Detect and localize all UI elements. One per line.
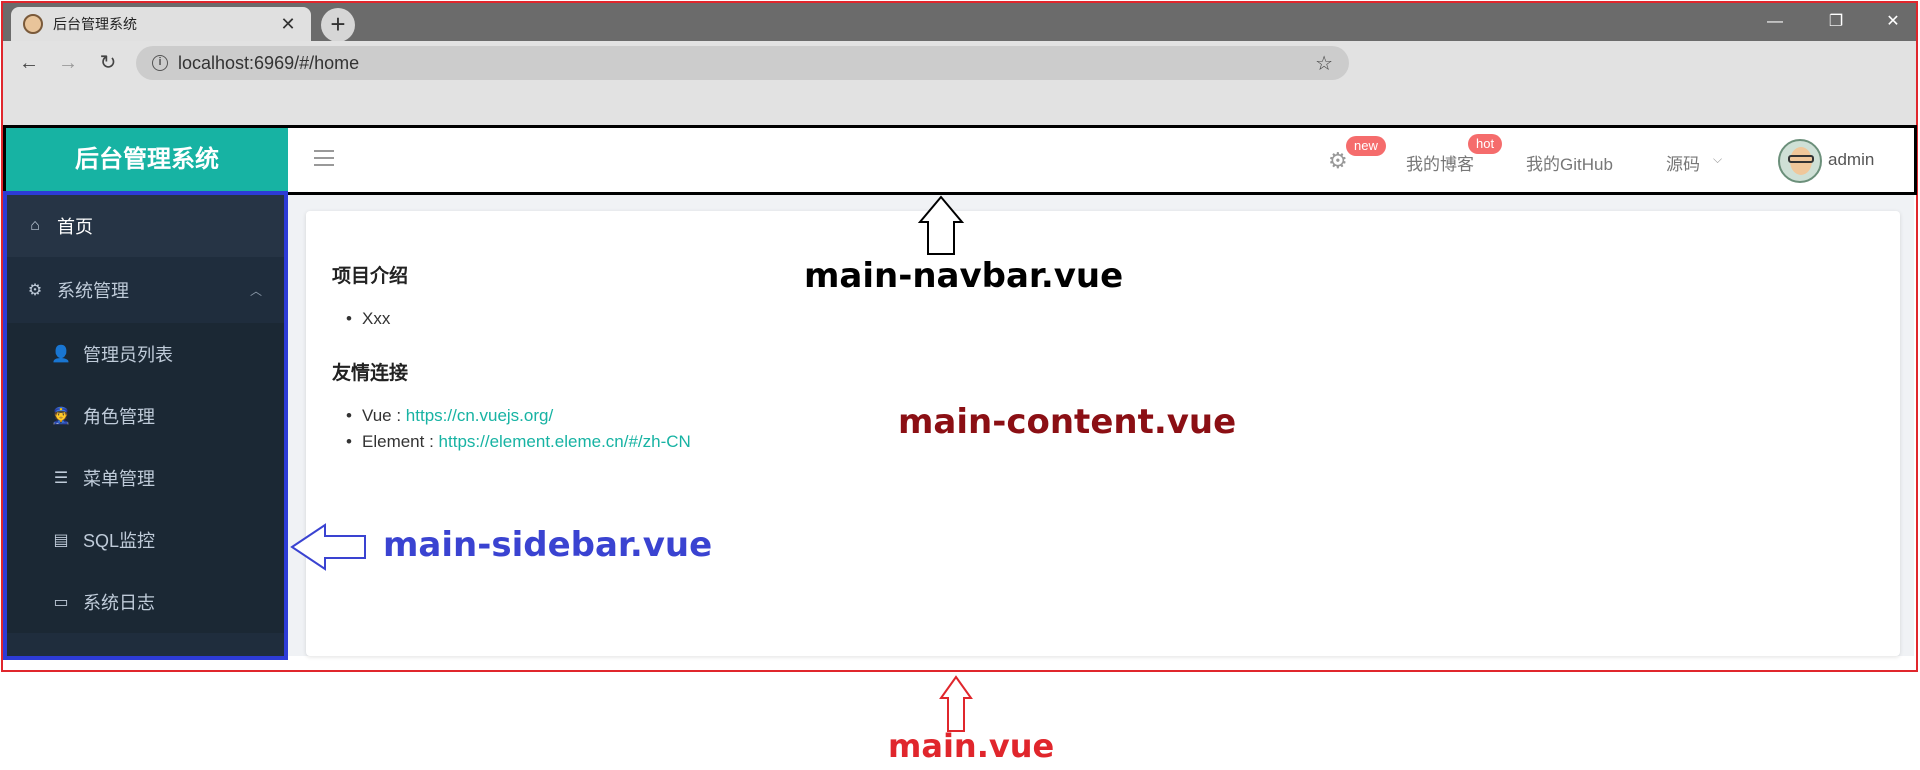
navbar-annotation: main-navbar.vue — [804, 256, 1124, 296]
main-frame — [1, 1, 1918, 672]
main-arrow-icon — [939, 675, 973, 732]
sidebar-annotation: main-sidebar.vue — [383, 525, 713, 565]
content-annotation: main-content.vue — [898, 402, 1237, 442]
screenshot: 后台管理系统 ✕ + — ❐ ✕ ← → ↻ i localhost:6969/… — [0, 0, 1920, 770]
main-annotation: main.vue — [888, 727, 1055, 765]
